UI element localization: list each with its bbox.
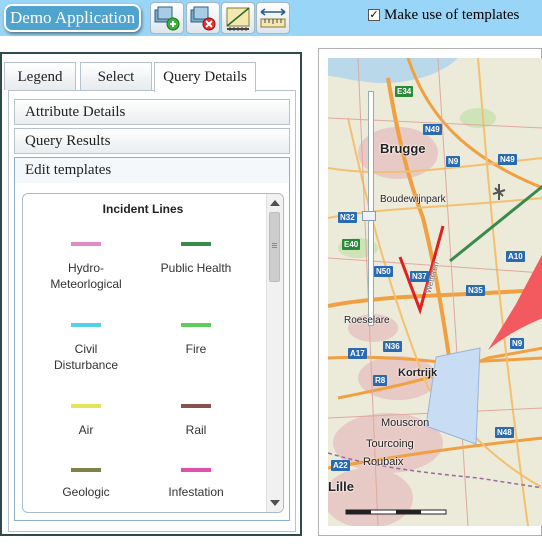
road-badge: N9	[446, 156, 461, 167]
template-label: Hydro- Meteorlogical	[50, 261, 122, 291]
line-swatch	[181, 468, 211, 472]
template-label: Civil Disturbance	[53, 342, 119, 372]
tab-legend[interactable]: Legend	[4, 62, 76, 90]
side-panel: Legend Select Query Details Attribute De…	[0, 52, 302, 536]
road-badge: R8	[373, 375, 388, 386]
toolbar: Demo Application ✓ Make use of templates	[0, 0, 542, 36]
templates-scrollbar[interactable]	[266, 194, 283, 512]
accordion-query-results[interactable]: Query Results	[14, 128, 290, 154]
map-label-mouscron: Mouscron	[381, 417, 430, 429]
tab-query-details[interactable]: Query Details	[154, 62, 256, 92]
map-panel: Brugge Boudewijnpark Roeselare Kortrijk …	[318, 48, 542, 536]
template-picker: Incident Lines Hydro- Meteorlogical Publi…	[22, 193, 284, 513]
template-label: Public Health	[160, 261, 232, 275]
map-canvas[interactable]: Brugge Boudewijnpark Roeselare Kortrijk …	[328, 58, 542, 526]
use-templates-label[interactable]: Make use of templates	[384, 7, 519, 24]
map-label-roubaix: Roubaix	[363, 456, 404, 468]
template-label: Air	[78, 423, 94, 437]
map-label-lille: Lille	[328, 479, 355, 494]
line-swatch	[181, 323, 211, 327]
zoom-slider[interactable]	[368, 91, 374, 326]
template-label: Infestation	[168, 485, 224, 499]
road-badge: N32	[338, 212, 357, 223]
road-badge: A17	[348, 348, 367, 359]
accordion-attribute-details[interactable]: Attribute Details	[14, 99, 290, 125]
road-badge: N48	[495, 427, 514, 438]
app-title: Demo Application	[4, 4, 142, 32]
map-label-boudewijnpark: Boudewijnpark	[380, 194, 446, 205]
measure-distance-button[interactable]	[256, 2, 290, 34]
add-layer-icon	[154, 6, 180, 31]
scroll-thumb[interactable]	[269, 212, 280, 282]
line-swatch	[71, 323, 101, 327]
template-label: Fire	[185, 342, 207, 356]
map-label-roeselare: Roeselare	[344, 315, 390, 326]
remove-layer-button[interactable]	[186, 2, 220, 34]
measure-distance-icon	[260, 8, 286, 28]
add-layer-button[interactable]	[150, 2, 184, 34]
scroll-down-arrow-icon[interactable]	[270, 500, 280, 506]
template-group-heading: Incident Lines	[102, 202, 184, 216]
tab-select[interactable]: Select	[80, 62, 152, 90]
map-label-kortrijk: Kortrijk	[398, 367, 438, 379]
road-badge: N49	[423, 124, 442, 135]
road-badge: N49	[498, 154, 517, 165]
road-badge: E40	[342, 239, 361, 250]
scroll-up-arrow-icon[interactable]	[270, 200, 280, 206]
template-label: Rail	[185, 423, 207, 437]
road-badge: N9	[510, 338, 525, 349]
road-badge: N37	[410, 271, 429, 282]
road-badge: N35	[466, 285, 485, 296]
accordion-edit-templates[interactable]: Edit templates	[14, 157, 290, 184]
road-badge: N50	[374, 266, 393, 277]
road-badge: A10	[506, 251, 525, 262]
road-badge: E34	[395, 86, 414, 97]
use-templates-checkbox[interactable]: ✓	[368, 9, 380, 21]
remove-layer-icon	[190, 6, 216, 31]
measure-area-icon	[226, 7, 250, 31]
map-label-tourcoing: Tourcoing	[366, 438, 414, 450]
road-badge: N36	[383, 341, 402, 352]
line-swatch	[71, 242, 101, 246]
zoom-slider-handle[interactable]	[362, 211, 376, 221]
template-label: Geologic	[62, 485, 110, 499]
measure-area-button[interactable]	[221, 2, 255, 34]
line-swatch	[71, 404, 101, 408]
line-swatch	[71, 468, 101, 472]
line-swatch	[181, 242, 211, 246]
road-badge: A22	[331, 460, 350, 471]
line-swatch	[181, 404, 211, 408]
edit-templates-content: Incident Lines Hydro- Meteorlogical Publi…	[14, 183, 290, 521]
map-label-brugge: Brugge	[380, 141, 426, 156]
query-details-panel: Attribute Details Query Results Edit tem…	[8, 90, 296, 532]
